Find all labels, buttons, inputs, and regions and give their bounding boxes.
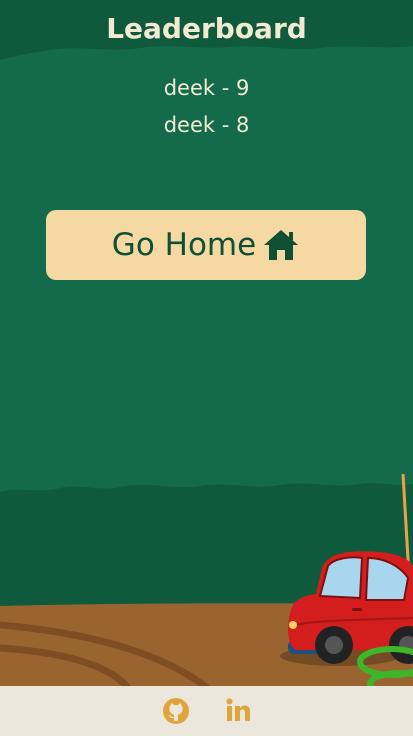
- home-icon: [262, 228, 300, 262]
- linkedin-icon[interactable]: [223, 696, 253, 726]
- github-icon[interactable]: [161, 696, 191, 726]
- leaderboard-entry: deek - 8: [163, 113, 250, 137]
- leaderboard-entry: deek - 9: [163, 76, 250, 100]
- footer: [0, 686, 413, 736]
- page-title: Leaderboard: [106, 12, 307, 45]
- leaderboard-list: deek - 9 deek - 8: [0, 74, 413, 148]
- go-home-label: Go Home: [111, 227, 257, 263]
- go-home-button[interactable]: Go Home: [46, 210, 366, 280]
